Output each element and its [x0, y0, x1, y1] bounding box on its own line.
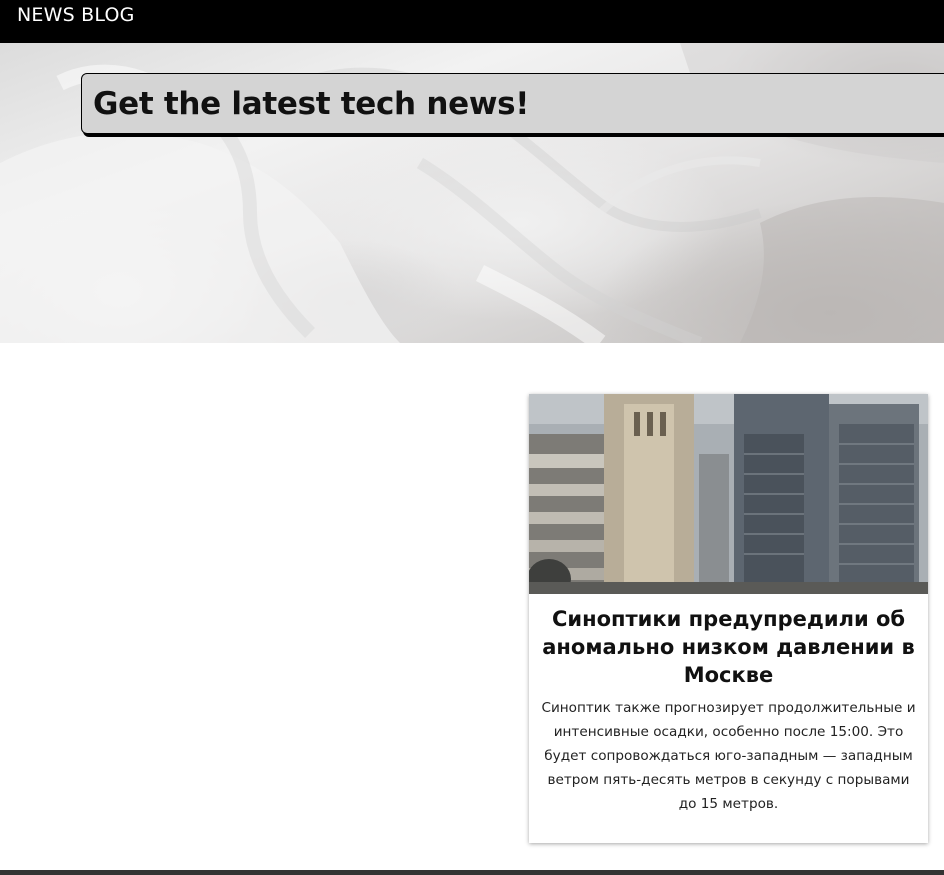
- news-card[interactable]: Синоптики предупредили об аномально низк…: [529, 394, 928, 843]
- top-navbar: NEWS BLOG: [0, 0, 944, 43]
- city-skyline-photo: [529, 394, 928, 594]
- footer-bar: [0, 870, 944, 875]
- hero-banner: Get the latest tech news!: [81, 73, 944, 134]
- site-brand-link[interactable]: NEWS BLOG: [17, 3, 135, 27]
- news-card-title[interactable]: Синоптики предупредили об аномально низк…: [539, 605, 918, 689]
- hero-title: Get the latest tech news!: [93, 86, 530, 122]
- news-card-text: Синоптик также прогнозирует продолжитель…: [541, 700, 916, 812]
- hero-section: Get the latest tech news!: [0, 43, 944, 343]
- news-card-image[interactable]: [529, 394, 928, 594]
